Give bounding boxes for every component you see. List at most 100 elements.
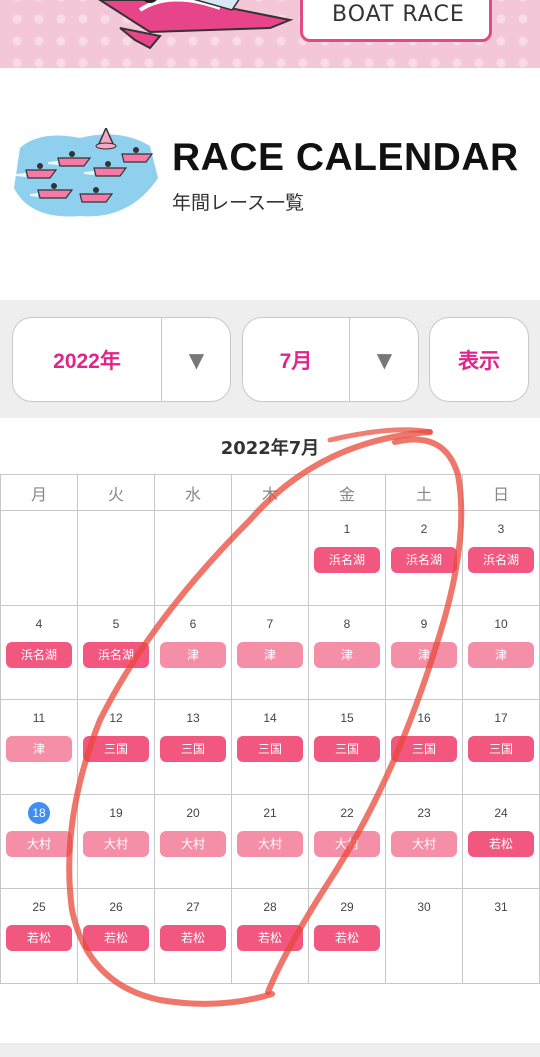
day-number: 15 xyxy=(340,711,354,725)
calendar-day-cell[interactable]: 28 若松 xyxy=(231,888,309,984)
race-venue-tag[interactable]: 津 xyxy=(468,641,534,668)
page-header: RACE CALENDAR 年間レース一覧 xyxy=(0,68,540,300)
race-venue-tag[interactable]: 三国 xyxy=(83,736,149,762)
calendar-day-cell[interactable]: 10 津 xyxy=(462,604,540,700)
calendar-day-cell[interactable]: 27 若松 xyxy=(154,888,232,984)
month-selector-bar: 2022年 ▼ 7月 ▼ 表示 xyxy=(0,300,540,418)
calendar-day-cell[interactable]: 29 若松 xyxy=(308,888,386,984)
calendar-day-cell[interactable]: 19 大村 xyxy=(77,793,155,889)
day-number: 10 xyxy=(494,616,508,631)
day-number: 6 xyxy=(189,616,197,631)
day-number: 7 xyxy=(266,616,274,631)
day-number: 22 xyxy=(340,805,354,820)
race-venue-tag[interactable]: 津 xyxy=(6,736,72,762)
day-number: 29 xyxy=(340,900,354,914)
weekday-header-row: 月 火 水 木 金 土 日 xyxy=(0,474,540,511)
day-number: 14 xyxy=(263,711,277,725)
race-venue-tag[interactable]: 大村 xyxy=(6,830,72,857)
weekday-sun: 日 xyxy=(462,474,540,511)
day-number xyxy=(155,521,231,537)
race-venue-tag[interactable]: 若松 xyxy=(237,925,303,951)
month-select[interactable]: 7月 ▼ xyxy=(242,317,419,402)
race-venue-tag[interactable]: 三国 xyxy=(468,736,534,762)
race-venue-tag[interactable]: 若松 xyxy=(468,830,534,857)
race-venue-tag[interactable]: 若松 xyxy=(160,925,226,951)
calendar-day-cell[interactable]: 4 浜名湖 xyxy=(0,604,78,700)
race-venue-tag[interactable]: 浜名湖 xyxy=(6,641,72,668)
day-number: 26 xyxy=(109,900,123,914)
race-venue-tag[interactable]: 三国 xyxy=(237,736,303,762)
race-venue-tag[interactable]: 津 xyxy=(237,641,303,668)
race-venue-tag[interactable]: 大村 xyxy=(160,830,226,857)
race-venue-tag[interactable]: 浜名湖 xyxy=(391,547,457,573)
race-venue-tag[interactable]: 津 xyxy=(160,641,226,668)
day-number: 16 xyxy=(417,711,431,725)
race-venue-tag[interactable]: 三国 xyxy=(314,736,380,762)
calendar-day-cell[interactable]: 7津 xyxy=(231,604,309,700)
day-number: 2 xyxy=(420,522,428,536)
day-number: 4 xyxy=(35,616,43,631)
day-number: 19 xyxy=(109,805,123,820)
race-venue-tag[interactable]: 若松 xyxy=(6,925,72,951)
calendar-day-cell[interactable]: 11 津 xyxy=(0,699,78,795)
day-number: 5 xyxy=(112,616,120,631)
race-calendar-grid: 月 火 水 木 金 土 日 1 浜名湖 2 浜名湖 3 浜名湖 4 浜名湖 5 浜名湖 6 津 7 津 8 津… xyxy=(0,474,540,984)
day-number: 24 xyxy=(494,805,508,820)
calendar-day-cell[interactable]: 1 浜名湖 xyxy=(308,510,386,606)
calendar-day-cell[interactable]: 24 若松 xyxy=(462,793,540,889)
race-venue-tag[interactable]: 大村 xyxy=(314,830,380,857)
day-number: 28 xyxy=(263,900,277,914)
calendar-body: 1 浜名湖 2 浜名湖 3 浜名湖 4 浜名湖 5 浜名湖 6 津 7 津 8 津 9 津 10 津 11 津 12 三国 13… xyxy=(0,510,540,984)
boat-mascot-icon xyxy=(98,0,294,50)
calendar-day-cell[interactable]: 9津 xyxy=(385,604,463,700)
calendar-day-cell[interactable]: 23 大村 xyxy=(385,793,463,889)
calendar-day-cell[interactable]: 16 三国 xyxy=(385,699,463,795)
weekday-thu: 木 xyxy=(231,474,309,511)
calendar-day-cell[interactable]: 5 浜名湖 xyxy=(77,604,155,700)
race-venue-tag[interactable]: 大村 xyxy=(83,830,149,857)
calendar-day-cell[interactable]: 6津 xyxy=(154,604,232,700)
race-venue-tag[interactable]: 津 xyxy=(391,641,457,668)
race-venue-tag[interactable]: 大村 xyxy=(237,830,303,857)
calendar-week-row: 1 浜名湖 2 浜名湖 3 浜名湖 xyxy=(0,510,540,606)
calendar-day-cell[interactable]: 15 三国 xyxy=(308,699,386,795)
calendar-day-cell[interactable]: 12 三国 xyxy=(77,699,155,795)
race-venue-tag[interactable]: 三国 xyxy=(391,736,457,762)
day-number: 21 xyxy=(263,805,277,820)
calendar-day-cell[interactable]: 3 浜名湖 xyxy=(462,510,540,606)
race-venue-tag[interactable]: 三国 xyxy=(160,736,226,762)
day-number: 25 xyxy=(32,900,46,914)
race-venue-tag[interactable]: 津 xyxy=(314,641,380,668)
race-venue-tag[interactable]: 浜名湖 xyxy=(83,641,149,668)
calendar-day-cell xyxy=(77,510,155,606)
race-venue-tag[interactable]: 大村 xyxy=(391,830,457,857)
race-venue-tag[interactable]: 浜名湖 xyxy=(468,547,534,573)
show-button[interactable]: 表示 xyxy=(429,317,529,402)
day-number: 13 xyxy=(186,711,200,725)
calendar-day-cell xyxy=(154,510,232,606)
calendar-day-cell[interactable]: 8津 xyxy=(308,604,386,700)
dropdown-arrow-icon[interactable]: ▼ xyxy=(350,318,419,401)
calendar-day-cell[interactable]: 26 若松 xyxy=(77,888,155,984)
calendar-day-cell[interactable]: 20 大村 xyxy=(154,793,232,889)
year-select[interactable]: 2022年 ▼ xyxy=(12,317,231,402)
calendar-day-cell[interactable]: 13 三国 xyxy=(154,699,232,795)
calendar-week-row: 4 浜名湖 5 浜名湖 6 津 7 津 8 津 9 津 10 津 xyxy=(0,604,540,700)
calendar-week-row: 25 若松 26 若松 27 若松 28 若松 29 若松 30 31 xyxy=(0,888,540,984)
race-venue-tag[interactable]: 若松 xyxy=(83,925,149,951)
calendar-day-cell[interactable]: 22 大村 xyxy=(308,793,386,889)
calendar-day-cell[interactable]: 21 大村 xyxy=(231,793,309,889)
dropdown-arrow-icon[interactable]: ▼ xyxy=(162,318,231,401)
race-venue-tag[interactable]: 浜名湖 xyxy=(314,547,380,573)
day-number xyxy=(1,521,77,537)
bottom-bar xyxy=(0,1043,540,1057)
top-banner[interactable]: BOAT RACE xyxy=(0,0,540,68)
calendar-day-cell[interactable]: 18 大村 xyxy=(0,793,78,889)
calendar-day-cell[interactable]: 17 三国 xyxy=(462,699,540,795)
calendar-day-cell[interactable]: 25 若松 xyxy=(0,888,78,984)
day-number: 3 xyxy=(497,522,505,536)
brand-text: BOAT RACE xyxy=(332,2,465,27)
calendar-day-cell[interactable]: 2 浜名湖 xyxy=(385,510,463,606)
race-venue-tag[interactable]: 若松 xyxy=(314,925,380,951)
calendar-day-cell[interactable]: 14 三国 xyxy=(231,699,309,795)
